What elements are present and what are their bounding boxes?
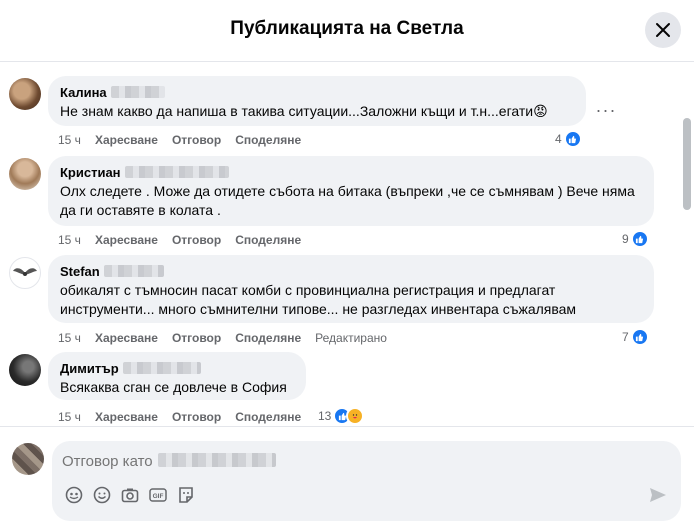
comment-bubble: Димитър Всякаква сган се довлече в София (48, 352, 306, 400)
comment-text: Олх следете . Може да отидете събота на … (60, 183, 635, 218)
close-button[interactable] (645, 12, 681, 48)
sticker-pack-icon (179, 487, 193, 503)
reply-input[interactable] (62, 449, 622, 473)
composer-toolbar: GIF (64, 485, 196, 505)
blurred-surname (124, 166, 229, 178)
sticker-button[interactable] (176, 485, 196, 505)
svg-text:GIF: GIF (153, 493, 164, 500)
share-button[interactable]: Споделяне (235, 133, 301, 147)
like-button[interactable]: Харесване (95, 233, 158, 247)
send-icon (650, 488, 666, 502)
care-icon (346, 407, 365, 425)
comment-time[interactable]: 15 ч (58, 133, 81, 147)
reaction-count-text: 7 (622, 330, 629, 344)
blurred-surname (110, 86, 165, 98)
page-title: Публикацията на Светла (230, 18, 464, 39)
emoji-icon (93, 486, 111, 504)
comment-meta: 15 ч Харесване Отговор Споделяне (58, 233, 315, 247)
avatar-sticker-button[interactable] (64, 485, 84, 505)
like-button[interactable]: Харесване (95, 133, 158, 147)
reactions-count[interactable]: 7 (622, 328, 649, 346)
blurred-surname (122, 362, 201, 374)
comments-list[interactable]: Калина Не знам какво да напиша в такива … (0, 62, 694, 426)
scrollbar-thumb[interactable] (683, 118, 691, 210)
comment-text: Не знам какво да напиша в такива ситуаци… (60, 103, 548, 119)
reply-button[interactable]: Отговор (172, 331, 221, 345)
comment-bubble: Калина Не знам какво да напиша в такива … (48, 76, 586, 126)
more-options-button[interactable]: ··· (594, 101, 618, 124)
comment-meta: 15 ч Харесване Отговор Споделяне (58, 410, 315, 424)
comment-time[interactable]: 15 ч (58, 410, 81, 424)
close-icon (656, 23, 670, 37)
avatar[interactable] (9, 78, 41, 110)
comment-bubble: Stefan обикалят с тъмносин пасат комби с… (48, 255, 654, 323)
like-button[interactable]: Харесване (95, 331, 158, 345)
comment-author[interactable]: Калина (60, 85, 107, 100)
share-button[interactable]: Споделяне (235, 233, 301, 247)
comment-author[interactable]: Кристиан (60, 165, 121, 180)
comment-time[interactable]: 15 ч (58, 233, 81, 247)
reply-button[interactable]: Отговор (172, 133, 221, 147)
reply-button[interactable]: Отговор (172, 233, 221, 247)
avatar-icon (65, 486, 83, 504)
share-button[interactable]: Споделяне (235, 331, 301, 345)
reaction-count-text: 13 (318, 409, 332, 423)
comment-text: обикалят с тъмносин пасат комби с провин… (60, 282, 577, 317)
comment-time[interactable]: 15 ч (58, 331, 81, 345)
comment-text: Всякаква сган се довлече в София (60, 379, 287, 395)
reactions-count[interactable]: 9 (622, 230, 649, 248)
reply-button[interactable]: Отговор (172, 410, 221, 424)
comment-author[interactable]: Димитър (60, 361, 119, 376)
gif-button[interactable]: GIF (148, 485, 168, 505)
comment-bubble: Кристиан Олх следете . Може да отидете с… (48, 156, 654, 226)
comment-meta: 15 ч Харесване Отговор Споделяне (58, 133, 315, 147)
wings-logo-icon (13, 268, 37, 276)
emoji-button[interactable] (92, 485, 112, 505)
like-icon (630, 230, 649, 248)
photo-button[interactable] (120, 485, 140, 505)
comment-meta: 15 ч Харесване Отговор Споделяне Редакти… (58, 331, 401, 345)
blurred-surname (103, 265, 164, 277)
reaction-count-text: 9 (622, 232, 629, 246)
reply-box[interactable]: GIF (52, 441, 681, 521)
blurred-username (158, 453, 276, 467)
dialog-header: Публикацията на Светла (0, 0, 694, 62)
avatar[interactable] (12, 443, 44, 475)
share-button[interactable]: Споделяне (235, 410, 301, 424)
avatar[interactable] (9, 354, 41, 386)
reactions-count[interactable]: 13 (318, 407, 365, 425)
reaction-count-text: 4 (555, 132, 562, 146)
comment-author[interactable]: Stefan (60, 264, 100, 279)
avatar[interactable] (9, 158, 41, 190)
like-icon (630, 328, 649, 346)
reply-composer: GIF (0, 426, 694, 530)
gif-icon: GIF (149, 488, 167, 502)
scrollbar[interactable] (682, 62, 692, 426)
camera-icon (121, 488, 139, 503)
reactions-count[interactable]: 4 (555, 130, 582, 148)
avatar[interactable] (9, 257, 41, 289)
send-button[interactable] (646, 485, 670, 505)
edited-label[interactable]: Редактирано (315, 331, 387, 345)
like-button[interactable]: Харесване (95, 410, 158, 424)
like-icon (563, 130, 582, 148)
